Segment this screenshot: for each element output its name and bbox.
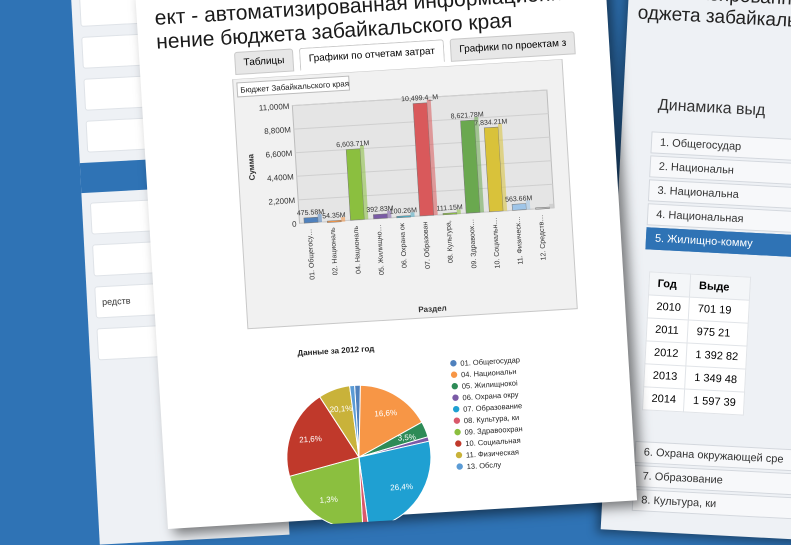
legend-entry: 05. Жилищнокоі	[462, 378, 519, 390]
legend-marker	[452, 394, 459, 401]
table-row: 2014 1 597 39	[642, 386, 745, 416]
table-cell: 975 21	[687, 320, 749, 347]
bar-side	[549, 203, 554, 209]
legend-entry: 11. Физическая	[466, 447, 519, 459]
legend-marker	[454, 428, 461, 436]
main-page: ект - автоматизированная информационная …	[135, 0, 688, 529]
legend-entry: 13. Обслу	[466, 460, 501, 471]
table-cell: 1 349 48	[685, 365, 747, 393]
pie-slice-label: 20,1%	[329, 404, 352, 414]
y-axis-label: Сумма	[246, 153, 257, 180]
table-cell: 2012	[644, 340, 688, 366]
table-cell: 1 597 39	[683, 388, 745, 416]
bar	[303, 216, 319, 224]
legend-entry: 06. Охрана окру	[462, 390, 519, 402]
table-cell: 701 19	[688, 297, 750, 324]
bar	[511, 203, 527, 211]
y-tick-label: 4,400M	[267, 172, 295, 183]
legend-entry: 04. Национальн	[461, 367, 517, 379]
tab-tables[interactable]: Таблицы	[233, 48, 295, 76]
pie-slice-label: 16,6%	[374, 408, 397, 418]
legend-marker	[451, 383, 458, 390]
y-tick-label: 6,600M	[265, 149, 293, 160]
legend-marker	[452, 405, 460, 413]
table-cell: 1 392 82	[686, 343, 748, 370]
allocation-table: Год Выде 2010 701 19 2011 975 21 2012 1 392…	[641, 271, 752, 416]
table-cell: 2014	[642, 386, 686, 412]
pie-slice-label: 21,6%	[299, 434, 322, 444]
table-header: Год	[648, 271, 692, 298]
legend-marker	[456, 463, 463, 470]
legend-marker	[455, 451, 463, 459]
table-cell: 2011	[646, 317, 689, 344]
table-header: Выде	[689, 274, 751, 301]
legend-marker	[453, 417, 461, 424]
y-tick-label: 2,200M	[268, 196, 296, 207]
y-tick-label: 11,000M	[259, 102, 290, 113]
legend-entry: 10. Социальная	[465, 436, 521, 448]
pie-chart-title: Данные за 2012 год	[297, 344, 374, 358]
legend-entry: 08. Культура, ки	[464, 413, 520, 425]
legend-marker	[450, 371, 458, 378]
legend-marker	[455, 440, 462, 447]
dynamics-title: Динамика выд	[657, 96, 766, 120]
accordion-item-active[interactable]: 5. Жилищно-комму	[645, 227, 791, 260]
x-axis-label: Раздел	[418, 304, 447, 315]
legend-entry: 07. Образование	[463, 401, 522, 414]
legend-entry: 01. Общегосудар	[460, 355, 520, 368]
tab-project-charts[interactable]: Графики по проектам з	[449, 31, 576, 62]
bar-data-label: 54.35M	[322, 212, 346, 220]
pie-slice-label: 26,4%	[390, 482, 413, 492]
table-cell: 2013	[643, 363, 687, 389]
legend-entry: 09. Здравоохран	[464, 424, 523, 437]
legend-marker	[450, 360, 457, 367]
bar	[373, 213, 388, 220]
table-cell: 2010	[647, 294, 690, 321]
charts-area: Бюджет Забайкальского краяПотрачено в 20…	[232, 58, 578, 529]
y-tick-label: 8,800M	[264, 125, 292, 136]
